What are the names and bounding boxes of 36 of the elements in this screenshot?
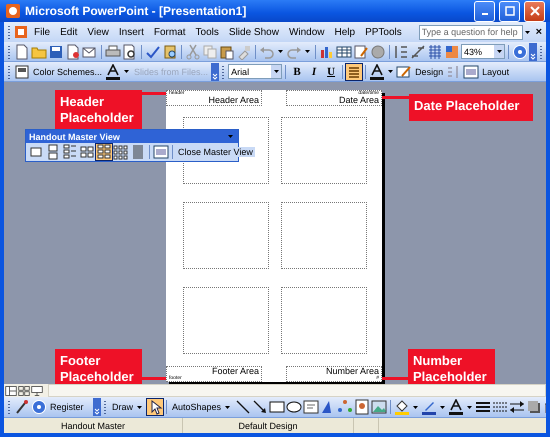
close-icon[interactable]: ×	[532, 26, 546, 38]
close-master-view-button[interactable]: Close Master View	[176, 147, 255, 157]
menu-item[interactable]: Insert	[114, 26, 149, 38]
design-button[interactable]: Design	[413, 66, 446, 76]
register-button[interactable]: Register	[48, 402, 92, 412]
area-label: Footer Area	[212, 367, 259, 376]
menu-item[interactable]: Slide Show	[224, 26, 284, 38]
italic-button[interactable]: I	[306, 64, 322, 80]
color-schemes-button[interactable]: Color Schemes...	[31, 66, 104, 76]
menu-item[interactable]: File	[29, 26, 56, 38]
callout-label: Footer Placeholder	[55, 349, 142, 384]
area-label: Date Area	[338, 96, 379, 105]
draw-menu-button[interactable]: Draw	[110, 402, 146, 412]
status-text: Default Design	[183, 418, 354, 433]
toolbar-title: Handout Master View	[29, 132, 120, 142]
underline-button[interactable]: U	[323, 64, 340, 80]
menu-item[interactable]: Format	[148, 26, 191, 38]
menu-item[interactable]: Help	[330, 26, 360, 38]
menu-item[interactable]: PPTools	[360, 26, 407, 38]
menu-item[interactable]: View	[82, 26, 114, 38]
layout-button[interactable]: Layout	[480, 66, 512, 76]
zoom-dropdown[interactable]: 43%	[461, 44, 505, 59]
font-dropdown[interactable]: Arial	[228, 64, 282, 79]
status-text: Handout Master	[4, 418, 183, 433]
bold-button[interactable]: B	[289, 64, 306, 80]
area-label: Number Area	[326, 367, 379, 376]
menu-item[interactable]: Window	[284, 26, 330, 38]
callout-label: Date Placeholder	[409, 94, 533, 121]
area-label: Header Area	[208, 96, 259, 105]
window-title: Microsoft PowerPoint - [Presentation1]	[25, 4, 248, 18]
help-search-field[interactable]: Type a question for help	[418, 24, 523, 40]
menu-item[interactable]: Tools	[190, 26, 224, 38]
menu-item[interactable]: Edit	[55, 26, 82, 38]
callout-label: Number Placeholder	[408, 349, 495, 384]
autoshapes-menu-button[interactable]: AutoShapes	[170, 402, 234, 412]
callout-label: Header Placeholder	[55, 90, 142, 129]
